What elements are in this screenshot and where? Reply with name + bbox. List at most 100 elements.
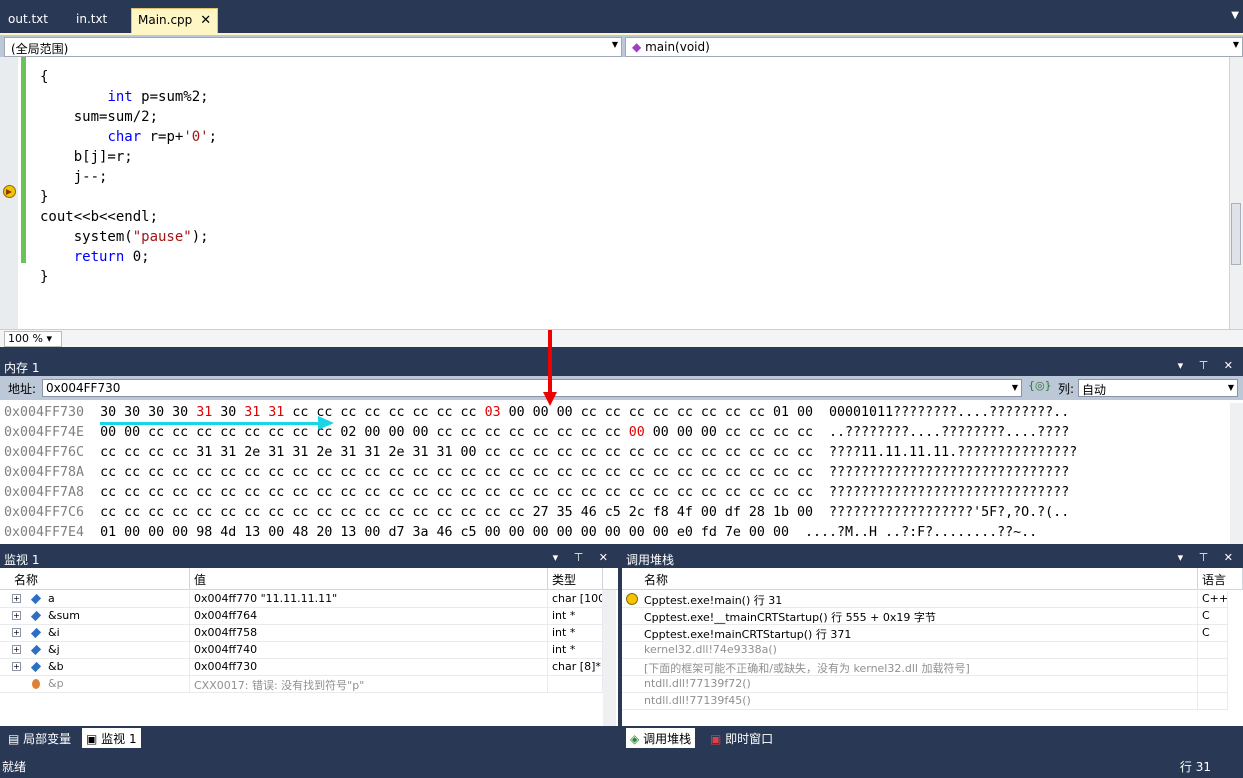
status-text: 就绪 — [2, 760, 27, 774]
tab-label: out.txt — [8, 12, 48, 26]
memory-row[interactable]: 0x004FF74E 00 00 cc cc cc cc cc cc cc cc… — [0, 423, 1230, 443]
watch-value: 0x004ff740 — [190, 642, 548, 659]
chevron-down-icon: ▼ — [611, 40, 618, 49]
editor-vertical-scrollbar[interactable] — [1229, 57, 1243, 329]
expand-icon[interactable]: + — [12, 628, 21, 637]
expand-icon[interactable]: + — [12, 645, 21, 654]
tab-main-cpp[interactable]: Main.cpp ✕ — [131, 8, 219, 33]
code-editor[interactable]: { int p=sum%2; sum=sum/2; char r=p+'0'; … — [0, 57, 1243, 329]
memory-row[interactable]: 0x004FF76C cc cc cc cc 31 31 2e 31 31 2e… — [0, 443, 1230, 463]
header-label: 名称 — [14, 573, 39, 587]
editor-horizontal-scrollbar: 100 % ▾ — [0, 329, 1243, 347]
column-header-language[interactable]: 语言 — [1198, 568, 1243, 590]
current-frame-icon — [626, 593, 638, 605]
memory-address: 0x004FF78A — [4, 465, 85, 480]
memory-address: 0x004FF76C — [4, 445, 85, 460]
tab-locals[interactable]: ▤ 局部变量 — [4, 728, 75, 748]
frame-name: Cpptest.exe!__tmainCRTStartup() 行 555 + … — [640, 608, 1198, 625]
tab-callstack[interactable]: ◈ 调用堆栈 — [626, 728, 696, 748]
tab-label: 监视 1 — [101, 732, 137, 746]
tab-out-txt[interactable]: out.txt — [2, 8, 54, 33]
watch-row[interactable]: + a 0x004ff770 "11.11.11.11" char [100 — [0, 591, 603, 608]
watch-type: int * — [548, 625, 603, 642]
frame-language — [1198, 659, 1228, 676]
memory-vertical-scrollbar[interactable] — [1230, 403, 1243, 544]
address-value: 0x004FF730 — [46, 381, 121, 395]
chevron-down-icon: ▼ — [1227, 383, 1234, 392]
callstack-header: 名称 语言 — [622, 568, 1243, 590]
function-value: main(void) — [645, 40, 710, 54]
chevron-down-icon[interactable]: ▼ — [1231, 10, 1239, 21]
column-header-name[interactable]: 名称 — [640, 568, 1198, 590]
chevron-down-icon[interactable]: ▼ — [1012, 383, 1018, 392]
tab-in-txt[interactable]: in.txt — [70, 8, 113, 33]
callstack-row[interactable]: [下面的框架可能不正确和/或缺失，没有为 kernel32.dll 加载符号] — [622, 659, 1228, 676]
function-dropdown[interactable]: ◆ main(void) ▼ — [625, 37, 1243, 57]
panel-controls[interactable]: ▾ ⊤ ✕ — [553, 551, 614, 564]
watch-name: &i — [44, 625, 190, 642]
memory-ascii: 00001011????????....????????.. — [829, 405, 1070, 420]
watch-title-bar: 监视 1 ▾ ⊤ ✕ — [0, 548, 618, 568]
watch-row[interactable]: + &i 0x004ff758 int * — [0, 625, 603, 642]
callstack-row[interactable]: Cpptest.exe!main() 行 31 C++ — [622, 591, 1228, 608]
watch-row[interactable]: + &b 0x004ff730 char [8]* — [0, 659, 603, 676]
column-header-type[interactable]: 类型 — [548, 568, 603, 590]
callstack-row[interactable]: Cpptest.exe!mainCRTStartup() 行 371 C — [622, 625, 1228, 642]
watch-row[interactable]: + &j 0x004ff740 int * — [0, 642, 603, 659]
expand-icon[interactable]: + — [12, 662, 21, 671]
memory-ascii: ..????????....????????....???? — [829, 425, 1070, 440]
header-label: 类型 — [552, 573, 577, 587]
tab-label: in.txt — [76, 12, 108, 26]
expand-icon[interactable]: + — [12, 611, 21, 620]
callstack-row[interactable]: ntdll.dll!77139f45() — [622, 693, 1228, 710]
expand-icon[interactable]: + — [12, 594, 21, 603]
memory-window: 内存 1 ▾ ⊤ ✕ 地址: 0x004FF730 ▼ {◎} 列: 自动 ▼ 0x0… — [0, 356, 1243, 544]
columns-label: 列: — [1058, 382, 1075, 396]
callstack-row[interactable]: Cpptest.exe!__tmainCRTStartup() 行 555 + … — [622, 608, 1228, 625]
column-header-name[interactable]: 名称 — [10, 568, 190, 590]
memory-row[interactable]: 0x004FF78A cc cc cc cc cc cc cc cc cc cc… — [0, 463, 1230, 483]
address-label: 地址: — [8, 382, 37, 396]
code-text[interactable]: { int p=sum%2; sum=sum/2; char r=p+'0'; … — [40, 59, 217, 327]
watch-value: 0x004ff764 — [190, 608, 548, 625]
column-header-value[interactable]: 值 — [190, 568, 548, 590]
frame-name: Cpptest.exe!mainCRTStartup() 行 371 — [640, 625, 1198, 642]
scope-dropdown[interactable]: (全局范围) ▼ — [4, 37, 622, 57]
tab-immediate[interactable]: ▣ 即时窗口 — [706, 728, 777, 748]
chevron-down-icon: ▼ — [1232, 40, 1239, 49]
tab-label: 调用堆栈 — [643, 732, 692, 746]
immediate-icon: ▣ — [710, 732, 722, 746]
code-line: j--; — [40, 169, 108, 185]
columns-value: 自动 — [1082, 383, 1107, 397]
memory-address-bar: 地址: 0x004FF730 ▼ {◎} 列: 自动 ▼ — [0, 376, 1243, 400]
watch-row[interactable]: &p CXX0017: 错误: 没有找到符号"p" — [0, 676, 603, 693]
zoom-dropdown[interactable]: 100 % ▾ — [4, 331, 62, 347]
callstack-row[interactable]: ntdll.dll!77139f72() — [622, 676, 1228, 693]
memory-row[interactable]: 0x004FF7C6 cc cc cc cc cc cc cc cc cc cc… — [0, 503, 1230, 523]
watch-name: &b — [44, 659, 190, 676]
panel-controls[interactable]: ▾ ⊤ ✕ — [1178, 551, 1239, 564]
status-bar: 就绪 行 31 — [0, 752, 1243, 778]
frame-name: Cpptest.exe!main() 行 31 — [640, 591, 1198, 608]
watch-type: int * — [548, 608, 603, 625]
watch-vertical-scrollbar[interactable] — [603, 590, 616, 726]
memory-row[interactable]: 0x004FF730 30 30 30 30 31 30 31 31 cc cc… — [0, 403, 1230, 423]
frame-name: ntdll.dll!77139f45() — [640, 693, 1198, 710]
callstack-row[interactable]: kernel32.dll!74e9338a() — [622, 642, 1228, 659]
annotation-cyan-arrow — [100, 422, 320, 425]
memory-row[interactable]: 0x004FF7E4 01 00 00 00 98 4d 13 00 48 20… — [0, 523, 1230, 543]
scrollbar-thumb[interactable] — [1231, 203, 1241, 265]
panel-controls[interactable]: ▾ ⊤ ✕ — [1178, 359, 1239, 372]
header-label: 值 — [194, 573, 207, 587]
columns-dropdown[interactable]: 自动 ▼ — [1078, 379, 1238, 397]
memory-row[interactable]: 0x004FF7A8 cc cc cc cc cc cc cc cc cc cc… — [0, 483, 1230, 503]
frame-name: [下面的框架可能不正确和/或缺失，没有为 kernel32.dll 加载符号] — [640, 659, 1198, 676]
watch-row[interactable]: + &sum 0x004ff764 int * — [0, 608, 603, 625]
variable-icon — [30, 644, 42, 656]
reevaluate-icon[interactable]: {◎} — [1028, 379, 1052, 392]
code-line: system("pause"); — [40, 229, 209, 245]
tab-watch[interactable]: ▣ 监视 1 — [82, 728, 141, 748]
close-icon[interactable]: ✕ — [200, 13, 211, 28]
address-input[interactable]: 0x004FF730 ▼ — [42, 379, 1022, 397]
annotation-red-arrowhead — [543, 392, 557, 406]
